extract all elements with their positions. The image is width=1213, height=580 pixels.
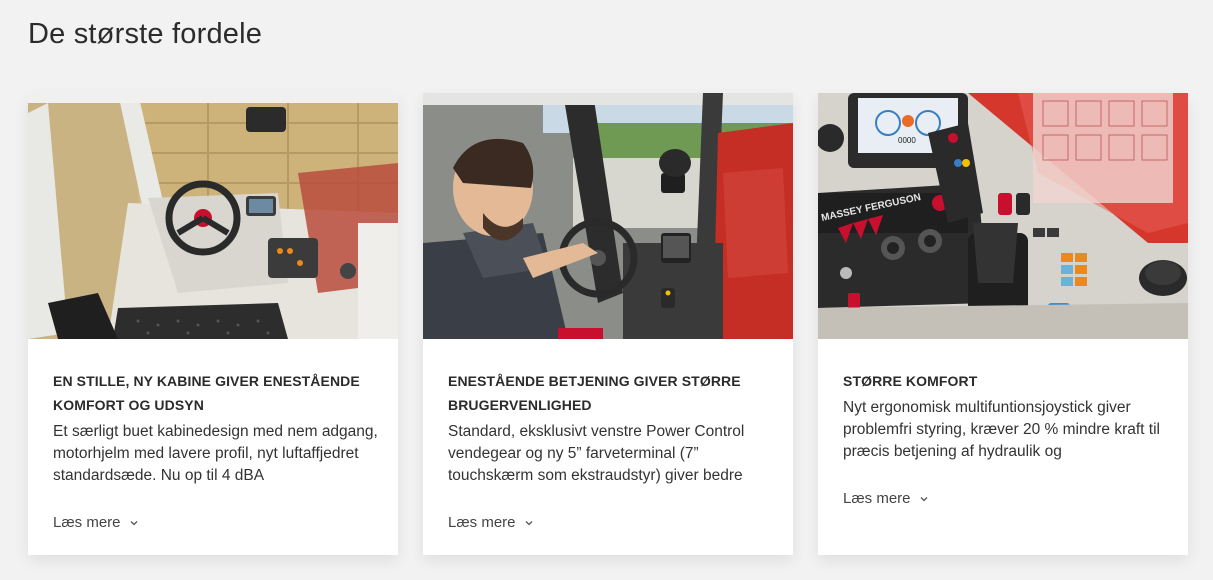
read-more-link[interactable]: Læs mere bbox=[448, 514, 534, 531]
card-heading: ENESTÅENDE BETJENING GIVER STØRRE BRUGER… bbox=[448, 373, 741, 413]
feature-card-comfort: 0000 MASSEY FERGUSON STØRRE KOMFORT Nyt … bbox=[818, 93, 1188, 555]
card-body: ENESTÅENDE BETJENING GIVER STØRRE BRUGER… bbox=[448, 369, 773, 487]
operator-driving-image bbox=[423, 93, 793, 339]
cabin-interior-image bbox=[28, 93, 398, 339]
chevron-down-icon bbox=[130, 520, 137, 525]
card-description: Standard, eksklusivt venstre Power Contr… bbox=[448, 423, 745, 484]
display-counter: 0000 bbox=[898, 136, 916, 145]
card-heading: EN STILLE, NY KABINE GIVER ENESTÅENDE KO… bbox=[53, 373, 360, 413]
card-body: EN STILLE, NY KABINE GIVER ENESTÅENDE KO… bbox=[53, 369, 378, 487]
feature-card-cabin: EN STILLE, NY KABINE GIVER ENESTÅENDE KO… bbox=[28, 93, 398, 555]
feature-card-operation: ENESTÅENDE BETJENING GIVER STØRRE BRUGER… bbox=[423, 93, 793, 555]
chevron-down-icon bbox=[525, 520, 532, 525]
read-more-label: Læs mere bbox=[843, 490, 911, 507]
joystick-panel-image: 0000 MASSEY FERGUSON bbox=[818, 93, 1188, 339]
chevron-down-icon bbox=[920, 496, 927, 501]
page-title: De største fordele bbox=[28, 18, 263, 50]
read-more-link[interactable]: Læs mere bbox=[843, 490, 929, 507]
card-description: Nyt ergonomisk multifuntionsjoystick giv… bbox=[843, 399, 1160, 460]
read-more-link[interactable]: Læs mere bbox=[53, 514, 139, 531]
card-heading: STØRRE KOMFORT bbox=[843, 373, 978, 389]
card-body: STØRRE KOMFORT Nyt ergonomisk multifunti… bbox=[843, 369, 1168, 463]
read-more-label: Læs mere bbox=[53, 514, 121, 531]
card-description: Et særligt buet kabinedesign med nem adg… bbox=[53, 423, 378, 484]
read-more-label: Læs mere bbox=[448, 514, 516, 531]
